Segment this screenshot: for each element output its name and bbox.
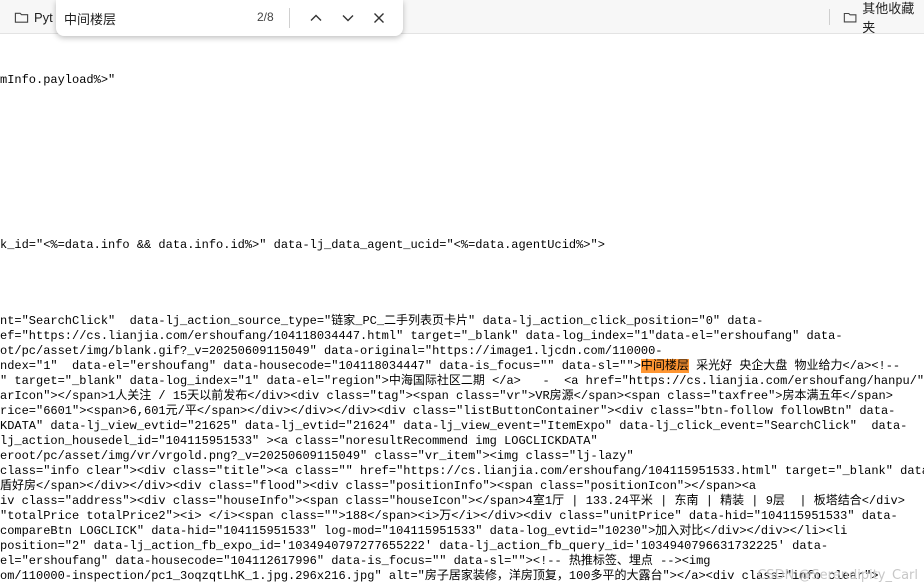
- find-close-button[interactable]: [370, 9, 388, 27]
- bookmark-label: Pyt: [34, 9, 53, 25]
- source-line: mInfo.payload%>": [0, 73, 116, 87]
- source-line: ot/pc/asset/img/blank.gif?_v=20250609115…: [0, 344, 663, 358]
- source-line: " target="_blank" data-log_index="1" dat…: [0, 374, 924, 388]
- source-line: lj_action_housedel_id="104115951533" ><a…: [0, 434, 598, 448]
- source-line: compareBtn LOGCLICK" data-hid="104115951…: [0, 524, 848, 538]
- source-line: class="info clear"><div class="title"><a…: [0, 464, 924, 478]
- source-line: k_id="<%=data.info && data.info.id%>" da…: [0, 238, 605, 252]
- other-bookmarks-folder[interactable]: 其他收藏夹: [843, 1, 924, 35]
- find-previous-button[interactable]: [307, 9, 325, 27]
- source-line: ef="https://cs.lianjia.com/ershoufang/10…: [0, 329, 843, 343]
- source-text: 采光好 央企大盘 物业给力</a><!--: [688, 359, 901, 373]
- folder-icon: [14, 12, 29, 23]
- source-line: KDATA" data-lj_view_evtid="21625" data-l…: [0, 419, 908, 433]
- source-text: ndex="1" data-el="ershoufang" data-house…: [0, 359, 641, 373]
- source-line: rice="6601"><span>6,601元/平</span></div><…: [0, 404, 896, 418]
- source-line: iv class="address"><div class="houseInfo…: [0, 494, 905, 508]
- source-line: eroot/pc/asset/img/vr/vrgold.png?_v=2025…: [0, 449, 634, 463]
- source-line: nt="SearchClick" data-lj_action_source_t…: [0, 314, 764, 328]
- find-next-button[interactable]: [339, 9, 357, 27]
- chevron-up-icon: [310, 14, 322, 21]
- find-input[interactable]: 中间楼层: [64, 9, 116, 28]
- source-line: position="2" data-lj_action_fb_expo_id='…: [0, 539, 829, 553]
- source-line: om/110000-inspection/pc1_3oqzqtLhK_1.jpg…: [0, 569, 879, 583]
- source-line: 盾好房</span></div></div><div class="flood"…: [0, 479, 757, 493]
- source-line-with-match: ndex="1" data-el="ershoufang" data-house…: [0, 359, 900, 374]
- bookmark-folder-left[interactable]: Pyt: [14, 8, 53, 26]
- bookmarks-divider: [829, 9, 830, 25]
- page-source-view: mInfo.payload%>" k_id="<%=data.info && d…: [0, 33, 924, 586]
- find-bar: 中间楼层 2/8: [56, 0, 403, 36]
- find-match-count: 2/8: [257, 10, 274, 24]
- source-line: "totalPrice totalPrice2"><i> </i><span c…: [0, 509, 898, 523]
- close-icon: [374, 13, 384, 23]
- source-line: el="ershoufang" data-housecode="10411261…: [0, 554, 711, 568]
- find-divider: [289, 8, 290, 28]
- chevron-down-icon: [342, 15, 354, 22]
- find-match-highlight: 中间楼层: [640, 359, 689, 373]
- watermark: CSDN @Serendipity_Carl: [757, 568, 918, 583]
- folder-icon: [843, 12, 857, 22]
- source-line: arIcon"></span>1人关注 / 15天以前发布</div><div …: [0, 389, 893, 403]
- other-bookmarks-label: 其他收藏夹: [862, 1, 915, 35]
